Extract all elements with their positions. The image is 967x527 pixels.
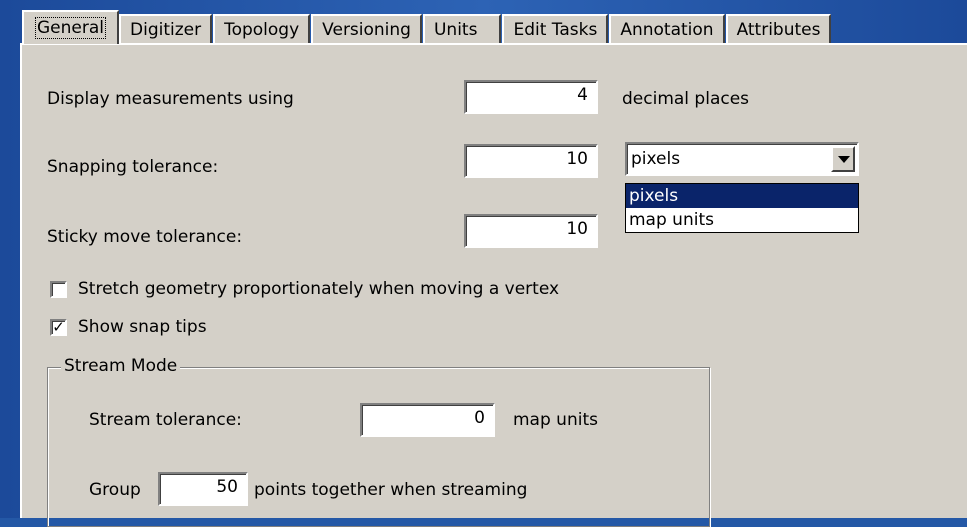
option-map-units[interactable]: map units xyxy=(626,208,858,232)
group-points-input[interactable]: 50 xyxy=(158,472,248,506)
group-label: Group xyxy=(89,480,141,500)
group-points-suffix: points together when streaming xyxy=(254,480,528,500)
snapping-tolerance-input[interactable]: 10 xyxy=(464,144,598,178)
checkmark-icon: ✓ xyxy=(52,318,65,336)
stream-tolerance-unit: map units xyxy=(513,410,598,430)
option-pixels[interactable]: pixels xyxy=(626,184,858,208)
tab-units[interactable]: Units xyxy=(422,14,502,44)
tab-label: General xyxy=(35,17,106,39)
tab-annotation[interactable]: Annotation xyxy=(609,14,725,44)
stretch-geometry-checkbox[interactable] xyxy=(50,281,67,298)
tab-versioning[interactable]: Versioning xyxy=(311,14,422,44)
tab-strip: General Digitizer Topology Versioning Un… xyxy=(22,10,832,44)
stretch-geometry-label: Stretch geometry proportionately when mo… xyxy=(78,279,560,299)
decimal-places-label: decimal places xyxy=(622,89,750,109)
tab-digitizer[interactable]: Digitizer xyxy=(119,14,213,44)
snapping-unit-value: pixels xyxy=(631,149,681,169)
display-measurements-label: Display measurements using xyxy=(47,89,294,109)
tab-topology[interactable]: Topology xyxy=(213,14,311,44)
stream-tolerance-label: Stream tolerance: xyxy=(89,410,242,430)
snapping-tolerance-label: Snapping tolerance: xyxy=(47,157,219,177)
snapping-unit-select[interactable]: pixels xyxy=(625,142,859,176)
show-snap-tips-label: Show snap tips xyxy=(78,317,207,337)
sticky-move-tolerance-label: Sticky move tolerance: xyxy=(47,227,243,247)
stream-mode-group xyxy=(47,367,710,527)
chevron-down-icon[interactable] xyxy=(831,146,855,172)
tab-general[interactable]: General xyxy=(22,10,119,44)
show-snap-tips-checkbox[interactable]: ✓ xyxy=(50,319,67,336)
decimal-places-input[interactable]: 4 xyxy=(464,80,598,114)
sticky-move-tolerance-input[interactable]: 10 xyxy=(464,214,598,248)
tab-attributes[interactable]: Attributes xyxy=(725,14,832,44)
tab-edit-tasks[interactable]: Edit Tasks xyxy=(502,14,609,44)
snapping-unit-dropdown: pixels map units xyxy=(625,183,859,233)
stream-tolerance-input[interactable]: 0 xyxy=(360,403,495,437)
general-tab-panel: Display measurements using 4 decimal pla… xyxy=(20,43,967,527)
stream-mode-title: Stream Mode xyxy=(61,356,181,376)
